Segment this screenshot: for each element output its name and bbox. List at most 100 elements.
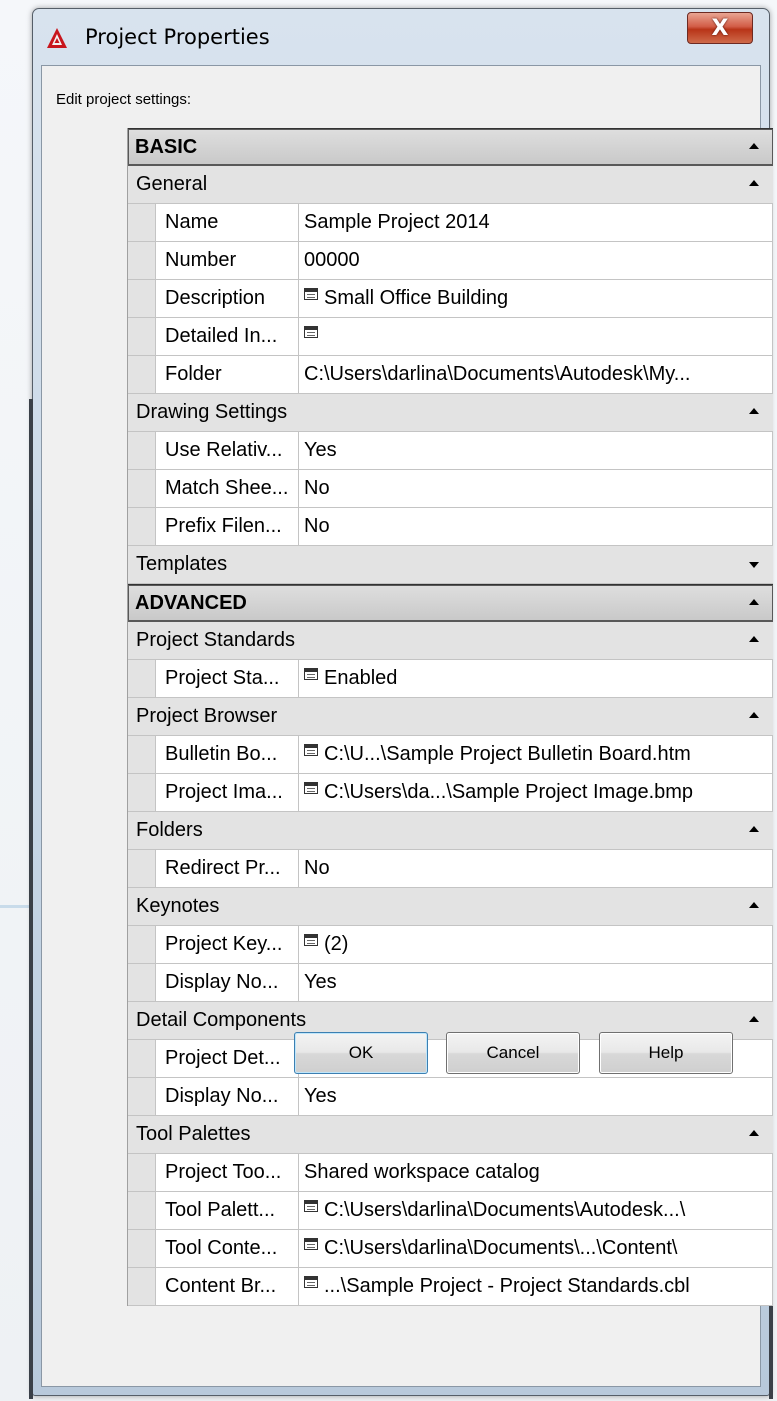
property-name[interactable]: Description (155, 280, 299, 317)
property-value[interactable]: Small Office Building (299, 280, 773, 317)
property-value[interactable]: Shared workspace catalog (299, 1154, 773, 1191)
property-row[interactable]: Project Too... Shared workspace catalog (128, 1154, 773, 1192)
property-value[interactable] (299, 318, 773, 355)
property-row[interactable]: Tool Palett... C:\Users\darlina\Documents… (128, 1192, 773, 1230)
property-value[interactable]: Enabled (299, 660, 773, 697)
property-name[interactable]: Bulletin Bo... (155, 736, 299, 773)
property-name[interactable]: Project Too... (155, 1154, 299, 1191)
worksheet-editor-icon[interactable] (304, 325, 318, 338)
collapse-arrow-icon[interactable] (749, 636, 759, 642)
title-bar[interactable]: Project Properties X (33, 9, 769, 65)
property-row[interactable]: Redirect Pr... No (128, 850, 773, 888)
section-header-advanced[interactable]: ADVANCED (128, 584, 773, 622)
property-row[interactable]: Tool Conte... C:\Users\darlina\Documents\… (128, 1230, 773, 1268)
category-templates[interactable]: Templates (128, 546, 773, 584)
autocad-logo-icon (47, 28, 67, 48)
expand-arrow-icon[interactable] (749, 562, 759, 568)
property-row[interactable]: Name Sample Project 2014 (128, 204, 773, 242)
worksheet-editor-icon[interactable] (304, 781, 318, 794)
property-value[interactable]: (2) (299, 926, 773, 963)
category-folders[interactable]: Folders (128, 812, 773, 850)
property-name[interactable]: Redirect Pr... (155, 850, 299, 887)
collapse-arrow-icon[interactable] (749, 143, 759, 149)
property-name[interactable]: Project Det... (155, 1040, 299, 1077)
collapse-arrow-icon[interactable] (749, 599, 759, 605)
property-name[interactable]: Folder (155, 356, 299, 393)
property-value[interactable]: No (299, 850, 773, 887)
property-name[interactable]: Match Shee... (155, 470, 299, 507)
property-value[interactable]: C:\Users\darlina\Documents\Autodesk...\ (299, 1192, 773, 1229)
collapse-arrow-icon[interactable] (749, 408, 759, 414)
category-project-standards[interactable]: Project Standards (128, 622, 773, 660)
worksheet-editor-icon[interactable] (304, 287, 318, 300)
property-row[interactable]: Content Br... ...\Sample Project - Projec… (128, 1268, 773, 1306)
property-name[interactable]: Prefix Filen... (155, 508, 299, 545)
section-label: BASIC (129, 130, 772, 164)
property-row[interactable]: Use Relativ... Yes (128, 432, 773, 470)
property-name[interactable]: Use Relativ... (155, 432, 299, 469)
property-row[interactable]: Detailed In... (128, 318, 773, 356)
property-row[interactable]: Display No... Yes (128, 1078, 773, 1116)
category-tool-palettes[interactable]: Tool Palettes (128, 1116, 773, 1154)
collapse-arrow-icon[interactable] (749, 902, 759, 908)
collapse-arrow-icon[interactable] (749, 1130, 759, 1136)
property-row[interactable]: Match Shee... No (128, 470, 773, 508)
property-name[interactable]: Detailed In... (155, 318, 299, 355)
property-value[interactable]: No (299, 508, 773, 545)
close-button[interactable]: X (687, 12, 753, 44)
property-row[interactable]: Number 00000 (128, 242, 773, 280)
property-name[interactable]: Display No... (155, 1078, 299, 1115)
property-name[interactable]: Project Ima... (155, 774, 299, 811)
collapse-arrow-icon[interactable] (749, 1016, 759, 1022)
collapse-arrow-icon[interactable] (749, 712, 759, 718)
property-value[interactable]: Yes (299, 964, 773, 1001)
property-name[interactable]: Display No... (155, 964, 299, 1001)
property-name[interactable]: Number (155, 242, 299, 279)
cancel-button[interactable]: Cancel (446, 1032, 580, 1074)
property-name[interactable]: Content Br... (155, 1268, 299, 1305)
row-indent (128, 432, 155, 469)
help-button[interactable]: Help (599, 1032, 733, 1074)
property-row[interactable]: Project Ima... C:\Users\da...\Sample Proj… (128, 774, 773, 812)
category-project-browser[interactable]: Project Browser (128, 698, 773, 736)
property-value-text: C:\Users\darlina\Documents\...\Content\ (324, 1237, 678, 1259)
section-header-basic[interactable]: BASIC (128, 128, 773, 166)
property-row[interactable]: Prefix Filen... No (128, 508, 773, 546)
worksheet-editor-icon[interactable] (304, 1199, 318, 1212)
category-keynotes[interactable]: Keynotes (128, 888, 773, 926)
property-value[interactable]: Yes (299, 1078, 773, 1115)
property-name[interactable]: Tool Palett... (155, 1192, 299, 1229)
property-row[interactable]: Display No... Yes (128, 964, 773, 1002)
worksheet-editor-icon[interactable] (304, 667, 318, 680)
property-name[interactable]: Project Key... (155, 926, 299, 963)
collapse-arrow-icon[interactable] (749, 180, 759, 186)
property-row[interactable]: Description Small Office Building (128, 280, 773, 318)
worksheet-editor-icon[interactable] (304, 933, 318, 946)
property-name[interactable]: Name (155, 204, 299, 241)
category-general[interactable]: General (128, 166, 773, 204)
property-name[interactable]: Project Sta... (155, 660, 299, 697)
property-row[interactable]: Project Key... (2) (128, 926, 773, 964)
worksheet-editor-icon[interactable] (304, 743, 318, 756)
row-indent (128, 242, 155, 279)
ok-button[interactable]: OK (294, 1032, 428, 1074)
worksheet-editor-icon[interactable] (304, 1275, 318, 1288)
category-drawing-settings[interactable]: Drawing Settings (128, 394, 773, 432)
property-value[interactable]: 00000 (299, 242, 773, 279)
property-row[interactable]: Folder C:\Users\darlina\Documents\Autodes… (128, 356, 773, 394)
worksheet-editor-icon[interactable] (304, 1237, 318, 1250)
property-value[interactable]: C:\Users\darlina\Documents\...\Content\ (299, 1230, 773, 1267)
property-value[interactable]: C:\U...\Sample Project Bulletin Board.ht… (299, 736, 773, 773)
property-value[interactable]: C:\Users\darlina\Documents\Autodesk\My..… (299, 356, 773, 393)
property-row[interactable]: Project Sta... Enabled (128, 660, 773, 698)
property-name[interactable]: Tool Conte... (155, 1230, 299, 1267)
row-indent (128, 508, 155, 545)
property-value[interactable]: Yes (299, 432, 773, 469)
category-label: Folders (136, 819, 203, 841)
property-row[interactable]: Bulletin Bo... C:\U...\Sample Project Bul… (128, 736, 773, 774)
property-value[interactable]: Sample Project 2014 (299, 204, 773, 241)
collapse-arrow-icon[interactable] (749, 826, 759, 832)
property-value[interactable]: ...\Sample Project - Project Standards.c… (299, 1268, 773, 1305)
property-value[interactable]: C:\Users\da...\Sample Project Image.bmp (299, 774, 773, 811)
property-value[interactable]: No (299, 470, 773, 507)
